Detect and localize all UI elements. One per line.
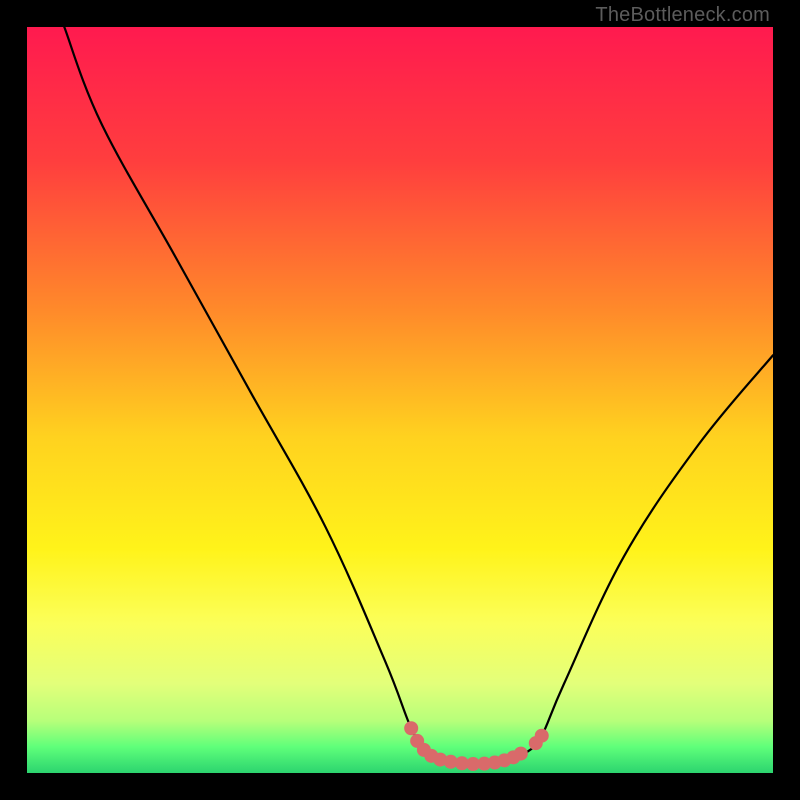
- curve-layer: [27, 27, 773, 773]
- bottleneck-curve: [64, 27, 773, 764]
- plot-area: [27, 27, 773, 773]
- marker-dot: [535, 729, 549, 743]
- watermark-text: TheBottleneck.com: [595, 4, 770, 27]
- marker-dot: [514, 747, 528, 761]
- chart-container: TheBottleneck.com: [0, 0, 800, 800]
- curve-bottom-highlight: [404, 721, 549, 771]
- marker-dot: [404, 721, 418, 735]
